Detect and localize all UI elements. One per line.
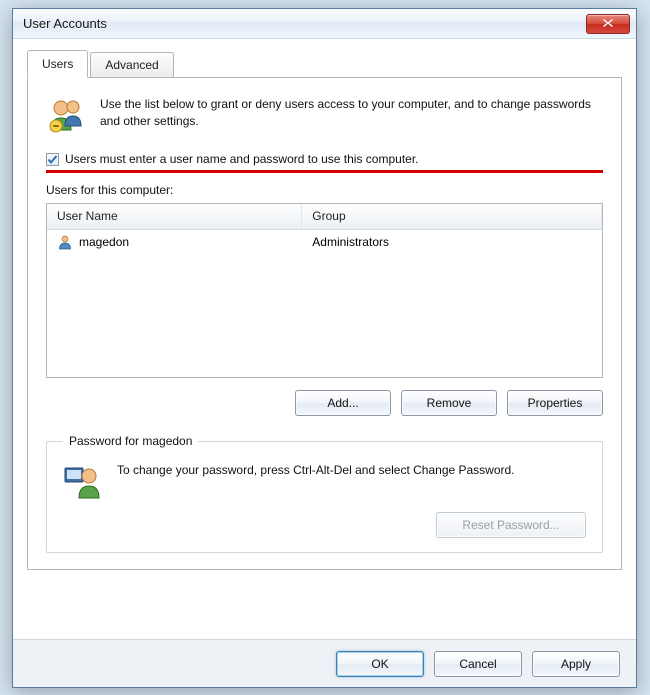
properties-button[interactable]: Properties — [507, 390, 603, 416]
cell-username: magedon — [79, 235, 129, 249]
password-button-row: Reset Password... — [63, 512, 586, 538]
users-listview[interactable]: User Name Group magedon — [46, 203, 603, 378]
users-list-label: Users for this computer: — [46, 183, 603, 197]
close-button[interactable] — [586, 14, 630, 34]
user-buttons-row: Add... Remove Properties — [46, 390, 603, 416]
password-text: To change your password, press Ctrl-Alt-… — [117, 462, 586, 502]
close-icon — [602, 17, 614, 31]
listview-header: User Name Group — [47, 204, 602, 230]
remove-button[interactable]: Remove — [401, 390, 497, 416]
column-username[interactable]: User Name — [47, 204, 302, 229]
tab-row: Users Advanced — [27, 49, 622, 77]
content-area: Users Advanced Use the list below to gra… — [13, 39, 636, 582]
tab-users[interactable]: Users — [27, 50, 88, 78]
password-group-legend: Password for magedon — [63, 434, 198, 448]
cell-group: Administrators — [312, 235, 389, 249]
add-button[interactable]: Add... — [295, 390, 391, 416]
window-title: User Accounts — [23, 16, 107, 31]
user-accounts-window: User Accounts Users Advanced — [12, 8, 637, 688]
users-shield-icon — [46, 96, 86, 136]
require-login-label: Users must enter a user name and passwor… — [65, 152, 419, 166]
highlight-underline — [46, 170, 603, 173]
require-login-checkbox[interactable] — [46, 153, 59, 166]
titlebar: User Accounts — [13, 9, 636, 39]
check-icon — [47, 154, 58, 165]
tab-advanced[interactable]: Advanced — [90, 52, 173, 78]
intro-row: Use the list below to grant or deny user… — [46, 96, 603, 136]
require-login-checkbox-row[interactable]: Users must enter a user name and passwor… — [46, 152, 603, 166]
ok-button[interactable]: OK — [336, 651, 424, 677]
cancel-button[interactable]: Cancel — [434, 651, 522, 677]
listview-body: magedon Administrators — [47, 230, 602, 254]
dialog-footer: OK Cancel Apply — [13, 639, 636, 687]
tab-panel-users: Use the list below to grant or deny user… — [27, 77, 622, 570]
list-item[interactable]: magedon Administrators — [47, 230, 602, 254]
user-icon — [57, 234, 73, 250]
user-password-icon — [63, 462, 103, 502]
column-group[interactable]: Group — [302, 204, 602, 229]
password-groupbox: Password for magedon To change your pass… — [46, 434, 603, 553]
intro-text: Use the list below to grant or deny user… — [100, 96, 603, 136]
reset-password-button[interactable]: Reset Password... — [436, 512, 586, 538]
apply-button[interactable]: Apply — [532, 651, 620, 677]
